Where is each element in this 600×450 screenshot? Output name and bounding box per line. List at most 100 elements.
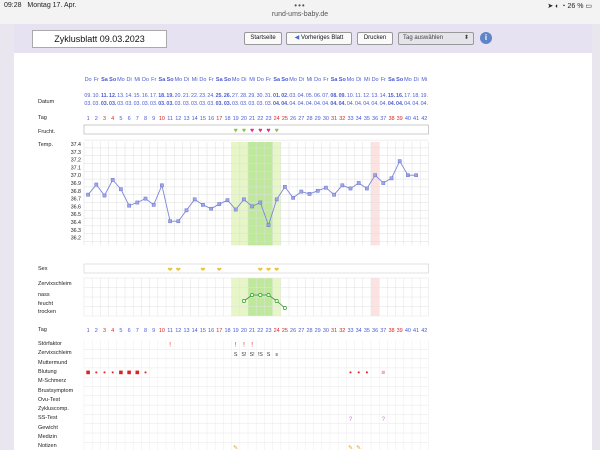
date-month-36: 04. xyxy=(371,101,378,107)
weekday-2: Fr xyxy=(94,77,99,83)
mucus-code-20: S! xyxy=(241,352,246,358)
symptom-label-12: Notizen xyxy=(38,443,57,450)
temp-point-20 xyxy=(242,197,246,202)
stoer-mark-11: ! xyxy=(169,343,171,349)
date-day-4: 12. xyxy=(109,93,117,99)
temp-point-31 xyxy=(332,192,336,197)
cycle-day-b-39: 39 xyxy=(397,328,403,334)
cycle-day-2: 2 xyxy=(95,116,98,122)
temp-point-8 xyxy=(143,196,148,201)
date-month-40: 04. xyxy=(404,101,411,107)
date-day-32: 09. xyxy=(339,93,347,99)
sex-label: Sex xyxy=(38,266,48,272)
date-day-12: 20. xyxy=(175,93,182,99)
cycle-day-8: 8 xyxy=(144,116,147,122)
date-month-4: 03. xyxy=(109,101,117,107)
cycle-day-22: 22 xyxy=(257,116,263,122)
status-bar: 09:28 Montag 17. Apr. ••• rund-ums-baby.d… xyxy=(0,0,600,24)
date-day-42: 19. xyxy=(421,93,428,99)
date-month-12: 03. xyxy=(175,101,182,107)
cycle-day-28: 28 xyxy=(306,116,312,122)
date-month-8: 03. xyxy=(142,101,149,107)
date-day-14: 22. xyxy=(191,93,198,99)
temp-tick-36.9: 36.9 xyxy=(71,181,81,187)
date-month-24: 04. xyxy=(273,101,281,107)
date-day-3: 11. xyxy=(101,93,109,99)
date-day-31: 08. xyxy=(330,93,338,99)
temp-point-28 xyxy=(307,192,312,196)
cycle-day-b-9: 9 xyxy=(152,328,155,334)
url-text: rund-ums-baby.de xyxy=(271,11,329,18)
date-month-35: 04. xyxy=(363,101,370,107)
cycle-day-15: 15 xyxy=(200,116,206,122)
weekday-7: Mi xyxy=(134,77,140,83)
note-mark-33: ✎ xyxy=(348,444,353,450)
temp-point-3 xyxy=(102,193,107,198)
symptom-label-3: Muttermund xyxy=(38,359,68,366)
fertile-band-strong xyxy=(248,142,273,246)
cycle-day-b-27: 27 xyxy=(298,328,304,334)
url-bar[interactable]: ••• rund-ums-baby.de xyxy=(0,1,600,19)
temp-point-15 xyxy=(201,202,205,207)
weekday-6: Di xyxy=(126,77,131,83)
day-label: Tag xyxy=(38,115,47,121)
cycle-day-b-41: 41 xyxy=(413,328,419,334)
cycle-day-b-11: 11 xyxy=(167,328,173,334)
cycle-day-b-38: 38 xyxy=(388,328,394,334)
date-day-30: 07. xyxy=(322,93,329,99)
symptom-label-10: Gewicht xyxy=(38,424,58,431)
weekday-19: Mo xyxy=(232,77,240,83)
cycle-day-b-15: 15 xyxy=(200,328,206,334)
symptom-label-9: SS-Test xyxy=(38,415,58,422)
weekday-29: Do xyxy=(314,77,321,83)
cycle-day-1: 1 xyxy=(87,116,90,122)
weekday-20: Di xyxy=(241,77,246,83)
fertile-band-light-2 xyxy=(272,142,281,246)
status-indicators: ➤ ◐ ◔ 26 % ▭ xyxy=(547,3,592,10)
weekday-8: Do xyxy=(142,77,149,83)
date-day-38: 15. xyxy=(388,93,396,99)
temp-point-30 xyxy=(324,185,328,190)
temp-point-24 xyxy=(274,197,279,202)
symptom-label-6: Brustsymptom xyxy=(38,387,74,394)
date-month-26: 04. xyxy=(289,101,296,107)
temp-point-13 xyxy=(184,208,189,213)
fertile-heart-24: ♥ xyxy=(275,128,279,135)
date-day-26: 03. xyxy=(289,93,296,99)
temp-tick-37.4: 37.4 xyxy=(71,142,81,148)
temp-tick-36.5: 36.5 xyxy=(71,212,81,218)
cycle-day-23: 23 xyxy=(265,116,271,122)
cycle-day-30: 30 xyxy=(323,116,329,122)
temp-point-10 xyxy=(160,183,164,188)
date-day-10: 18. xyxy=(158,93,166,99)
sex-row xyxy=(83,263,429,274)
sex-mark-11: ❤ xyxy=(168,268,173,274)
temp-point-32 xyxy=(340,183,345,188)
date-month-33: 04. xyxy=(347,101,354,107)
weekday-18: So xyxy=(224,77,232,83)
weekday-41: Di xyxy=(413,77,418,83)
weekday-21: Mi xyxy=(249,77,255,83)
mucus-nass-label: nass xyxy=(38,292,50,298)
temp-point-21 xyxy=(250,204,254,209)
temp-point-23 xyxy=(266,223,271,227)
cycle-day-42: 42 xyxy=(421,116,427,122)
temp-point-18 xyxy=(225,198,230,203)
symptom-label-7: Ovu-Test xyxy=(38,396,61,403)
date-day-21: 29. xyxy=(248,93,255,99)
date-day-23: 31. xyxy=(265,93,272,99)
cycle-day-b-20: 20 xyxy=(241,328,247,334)
cycle-day-29: 29 xyxy=(315,116,321,122)
mucus-code-19: S xyxy=(234,352,238,358)
temp-point-34 xyxy=(356,181,361,185)
cycle-day-11: 11 xyxy=(167,116,173,122)
sstest-mark-33: ? xyxy=(349,417,353,423)
date-month-38: 04. xyxy=(388,101,396,107)
temp-point-19 xyxy=(233,207,238,212)
stoer-mark-21: ! xyxy=(251,343,253,349)
temp-point-1 xyxy=(86,192,90,197)
cycle-day-b-30: 30 xyxy=(323,328,329,334)
weekday-16: Fr xyxy=(208,77,213,83)
bleeding-mark-3 xyxy=(103,371,106,374)
date-day-13: 21. xyxy=(183,93,190,99)
